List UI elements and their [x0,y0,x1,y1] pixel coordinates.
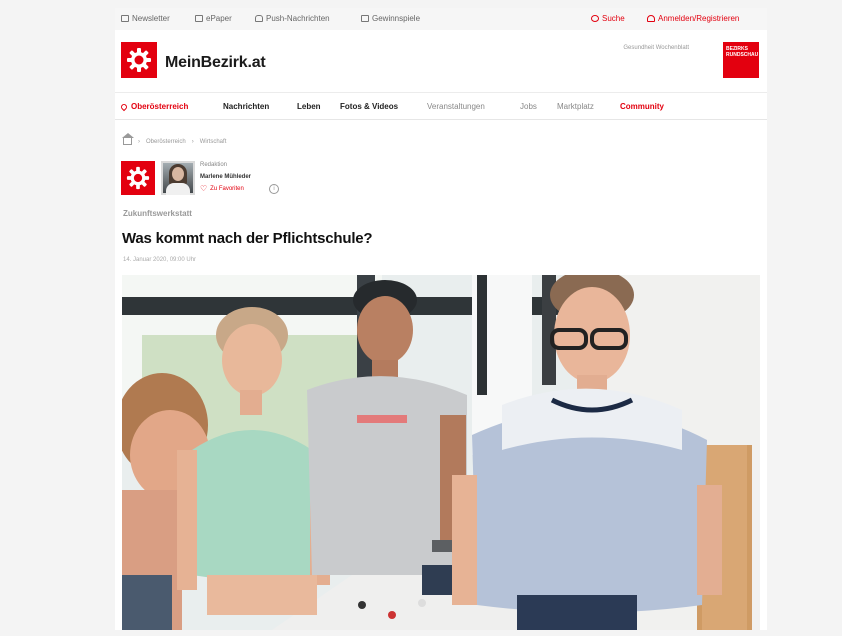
games-link[interactable]: Gewinnspiele [361,14,420,23]
main-navigation: Oberösterreich Nachrichten Leben Fotos &… [115,92,767,120]
article-headline: Was kommt nach der Pflichtschule? [122,230,373,247]
gear-logo-icon [126,166,150,190]
login-label: Anmelden/Registrieren [658,14,740,23]
login-link[interactable]: Anmelden/Registrieren [647,14,739,23]
article-hero-image[interactable] [122,275,760,630]
nav-item-leben[interactable]: Leben [297,102,321,111]
mail-icon [121,15,129,22]
push-label: Push-Nachrichten [266,14,330,23]
utility-bar: Newsletter ePaper Push-Nachrichten Gewin… [115,8,767,30]
info-icon[interactable]: i [269,184,279,194]
location-pin-icon [119,102,129,112]
user-icon [647,15,655,22]
author-org-logo[interactable] [121,161,155,195]
epaper-icon [195,15,203,22]
nav-item-veranstaltungen[interactable]: Veranstaltungen [427,102,485,111]
gear-logo-icon [127,48,151,72]
nav-item-fotos-videos[interactable]: Fotos & Videos [340,102,398,111]
avatar-body [166,183,190,195]
nav-item-jobs[interactable]: Jobs [520,102,537,111]
author-name[interactable]: Marlene Mühleder [200,174,251,180]
nav-item-marktplatz[interactable]: Marktplatz [557,102,594,111]
nav-item-nachrichten[interactable]: Nachrichten [223,102,269,111]
favorite-label: Zu Favoriten [210,186,244,192]
brand-name[interactable]: MeinBezirk.at [165,54,266,72]
heart-icon: ♡ [200,184,208,193]
breadcrumb-item-region[interactable]: Oberösterreich [146,139,186,145]
partner-badge[interactable]: BEZIRKS RUNDSCHAU [723,42,759,78]
epaper-label: ePaper [206,14,232,23]
article-date: 14. Januar 2020, 09:00 Uhr [123,257,197,263]
push-notifications-link[interactable]: Push-Nachrichten [255,14,330,23]
avatar-face [172,167,184,181]
breadcrumb-separator: › [191,138,194,145]
nav-region[interactable]: Oberösterreich [119,102,189,112]
games-label: Gewinnspiele [372,14,421,23]
search-link[interactable]: Suche [591,14,625,23]
game-icon [361,15,369,22]
newsletter-link[interactable]: Newsletter [121,14,170,23]
header-small-text: Gesundheit Wochenblatt [623,45,689,51]
bell-icon [255,15,263,22]
article-page: Newsletter ePaper Push-Nachrichten Gewin… [115,8,767,630]
nav-region-label: Oberösterreich [131,102,189,111]
add-favorite-button[interactable]: ♡ Zu Favoriten [200,184,244,193]
author-role: Redaktion [200,162,228,168]
classroom-photo [122,275,760,630]
home-icon[interactable] [122,133,134,145]
newsletter-label: Newsletter [132,14,170,23]
search-icon [591,15,599,22]
search-label: Suche [602,14,625,23]
breadcrumb: › Oberösterreich › Wirtschaft [122,133,227,145]
breadcrumb-item-section[interactable]: Wirtschaft [200,139,227,145]
nav-item-community[interactable]: Community [620,102,664,111]
brand-logo[interactable] [121,42,157,78]
author-avatar[interactable] [161,161,195,195]
breadcrumb-separator: › [138,138,140,145]
site-header: MeinBezirk.at Gesundheit Wochenblatt BEZ… [115,30,767,90]
article-kicker: Zukunftswerkstatt [123,209,192,218]
epaper-link[interactable]: ePaper [195,14,232,23]
